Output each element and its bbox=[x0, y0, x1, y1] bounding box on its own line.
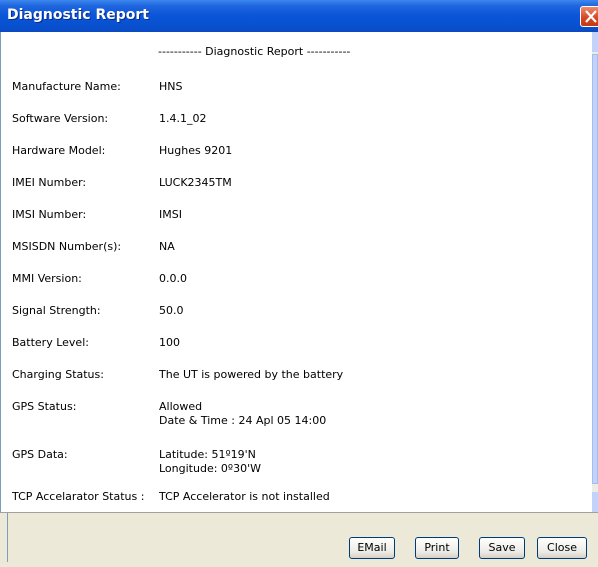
button-bar: EMail Print Save Close bbox=[7, 513, 592, 562]
battery-level-label: Battery Level: bbox=[12, 336, 89, 349]
software-version-label: Software Version: bbox=[12, 112, 109, 125]
diagnostic-report-window: Diagnostic Report ----------- Diagnostic… bbox=[0, 0, 598, 567]
gps-status-label: GPS Status: bbox=[12, 400, 77, 413]
imei-number-value: LUCK2345TM bbox=[159, 176, 232, 189]
tcp-accelarator-status-value: TCP Accelerator is not installed bbox=[159, 490, 330, 503]
signal-strength-value: 50.0 bbox=[159, 304, 184, 317]
hardware-model-label: Hardware Model: bbox=[12, 144, 106, 157]
manufacture-name-label: Manufacture Name: bbox=[12, 80, 121, 93]
report-header: ----------- Diagnostic Report ----------… bbox=[158, 45, 351, 58]
mmi-version-value: 0.0.0 bbox=[159, 272, 187, 285]
hardware-model-value: Hughes 9201 bbox=[159, 144, 233, 157]
gps-status-value: Allowed Date & Time : 24 Apl 05 14:00 bbox=[159, 400, 327, 427]
charging-status-value: The UT is powered by the battery bbox=[159, 368, 344, 381]
report-content: ----------- Diagnostic Report ----------… bbox=[0, 32, 594, 512]
charging-status-label: Charging Status: bbox=[12, 368, 104, 381]
software-version-value: 1.4.1_02 bbox=[159, 112, 207, 125]
window-title: Diagnostic Report bbox=[7, 7, 149, 23]
manufacture-name-value: HNS bbox=[159, 80, 183, 93]
window-close-button[interactable] bbox=[580, 6, 598, 27]
gps-data-label: GPS Data: bbox=[12, 448, 68, 461]
save-button[interactable]: Save bbox=[479, 537, 525, 559]
close-button[interactable]: Close bbox=[537, 537, 587, 559]
signal-strength-label: Signal Strength: bbox=[12, 304, 101, 317]
scroll-down-arrow[interactable] bbox=[592, 492, 598, 512]
close-icon bbox=[585, 10, 597, 23]
print-button[interactable]: Print bbox=[415, 537, 459, 559]
tcp-accelarator-status-label: TCP Accelarator Status : bbox=[12, 490, 145, 503]
msisdn-number-label: MSISDN Number(s): bbox=[12, 240, 122, 253]
scroll-up-arrow[interactable] bbox=[592, 32, 598, 52]
gps-data-value: Latitude: 51º19'N Longitude: 0º30'W bbox=[159, 448, 261, 475]
msisdn-number-value: NA bbox=[159, 240, 175, 253]
imsi-number-label: IMSI Number: bbox=[12, 208, 87, 221]
title-bar[interactable]: Diagnostic Report bbox=[0, 0, 598, 32]
imsi-number-value: IMSI bbox=[159, 208, 182, 221]
imei-number-label: IMEI Number: bbox=[12, 176, 87, 189]
scroll-thumb[interactable] bbox=[592, 54, 598, 484]
email-button[interactable]: EMail bbox=[349, 537, 395, 559]
mmi-version-label: MMI Version: bbox=[12, 272, 82, 285]
vertical-scrollbar[interactable] bbox=[592, 32, 598, 512]
battery-level-value: 100 bbox=[159, 336, 180, 349]
